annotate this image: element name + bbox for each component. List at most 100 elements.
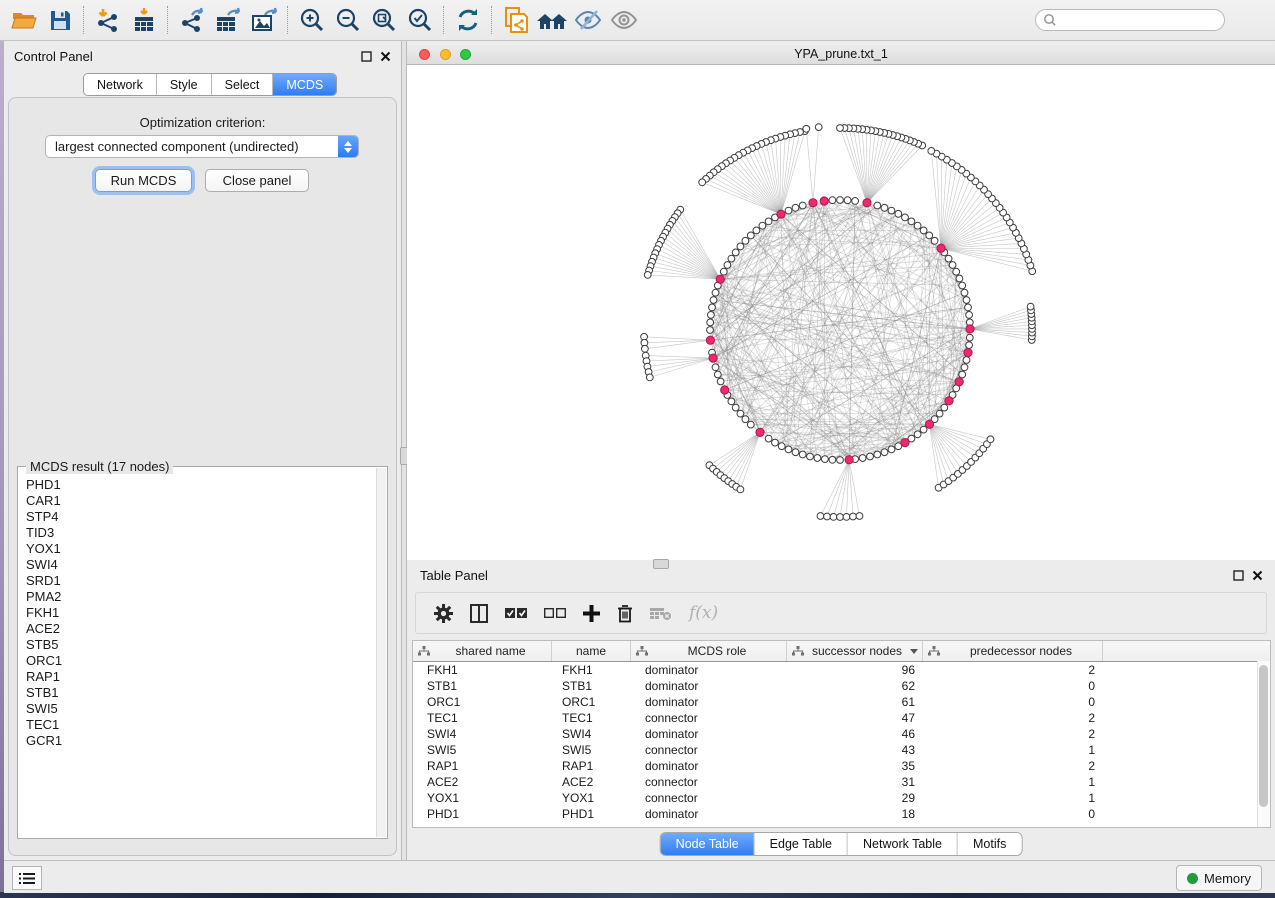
network-node[interactable] <box>765 218 772 225</box>
network-node[interactable] <box>949 262 956 269</box>
network-node[interactable] <box>829 456 836 463</box>
float-panel-icon[interactable] <box>1233 570 1244 581</box>
table-scrollbar[interactable] <box>1257 661 1270 827</box>
network-node[interactable] <box>856 513 863 520</box>
mcds-hub-node[interactable] <box>945 397 953 405</box>
network-node[interactable] <box>914 222 921 229</box>
tab-edge-table[interactable]: Edge Table <box>755 833 848 855</box>
network-node[interactable] <box>714 371 721 378</box>
list-item[interactable]: TEC1 <box>19 717 377 733</box>
table-row[interactable]: ORC1ORC1dominator610 <box>413 694 1270 710</box>
network-node[interactable] <box>717 378 724 385</box>
network-node[interactable] <box>965 304 972 311</box>
table-row[interactable]: PHD1PHD1dominator180 <box>413 806 1270 822</box>
export-network-button[interactable] <box>174 3 210 37</box>
network-node[interactable] <box>737 486 744 493</box>
network-node[interactable] <box>888 446 895 453</box>
table-row[interactable]: SWI5SWI5connector431 <box>413 742 1270 758</box>
tab-network[interactable]: Network <box>84 74 157 95</box>
network-node[interactable] <box>888 207 895 214</box>
network-node[interactable] <box>737 410 744 417</box>
refresh-button[interactable] <box>450 3 486 37</box>
network-node[interactable] <box>959 371 966 378</box>
network-node[interactable] <box>778 443 785 450</box>
mcds-hub-node[interactable] <box>901 439 909 447</box>
list-item[interactable]: RAP1 <box>19 669 377 685</box>
split-columns-icon[interactable] <box>470 604 488 623</box>
network-node[interactable] <box>837 125 844 132</box>
network-node[interactable] <box>724 262 731 269</box>
network-node[interactable] <box>881 449 888 456</box>
list-item[interactable]: ACE2 <box>19 621 377 637</box>
first-neighbors-button[interactable] <box>534 3 570 37</box>
tab-mcds[interactable]: MCDS <box>273 74 336 95</box>
network-node[interactable] <box>642 345 649 352</box>
network-node[interactable] <box>817 513 824 520</box>
network-node[interactable] <box>963 357 970 364</box>
network-node[interactable] <box>710 297 717 304</box>
network-node[interactable] <box>707 319 714 326</box>
mcds-hub-node[interactable] <box>863 199 871 207</box>
network-node[interactable] <box>920 227 927 234</box>
mcds-hub-node[interactable] <box>966 325 974 333</box>
import-table-button[interactable] <box>126 3 162 37</box>
network-node[interactable] <box>874 202 881 209</box>
network-node[interactable] <box>895 210 902 217</box>
list-item[interactable]: PMA2 <box>19 589 377 605</box>
mcds-hub-node[interactable] <box>955 378 963 386</box>
save-session-button[interactable] <box>42 3 78 37</box>
network-node[interactable] <box>785 207 792 214</box>
sort-indicator-icon[interactable] <box>910 649 918 654</box>
table-row[interactable]: ACE2ACE2connector311 <box>413 774 1270 790</box>
optimization-criterion-select[interactable]: largest connected component (undirected) <box>45 135 359 158</box>
network-node[interactable] <box>799 202 806 209</box>
network-node[interactable] <box>708 312 715 319</box>
list-item[interactable]: SWI5 <box>19 701 377 717</box>
network-node[interactable] <box>737 243 744 250</box>
network-node[interactable] <box>830 514 837 521</box>
table-row[interactable]: FKH1FKH1dominator962 <box>413 662 1270 678</box>
table-scrollbar-thumb[interactable] <box>1259 665 1268 807</box>
mcds-hub-node[interactable] <box>716 275 724 283</box>
zoom-in-button[interactable] <box>294 3 330 37</box>
mcds-hub-node[interactable] <box>964 349 972 357</box>
export-image-button[interactable] <box>246 3 282 37</box>
run-mcds-button[interactable]: Run MCDS <box>95 169 192 192</box>
add-column-icon[interactable] <box>583 605 600 622</box>
network-node[interactable] <box>852 198 859 205</box>
mcds-hub-node[interactable] <box>845 456 853 464</box>
network-node[interactable] <box>926 232 933 239</box>
tab-style[interactable]: Style <box>157 74 212 95</box>
network-node[interactable] <box>803 125 810 132</box>
network-node[interactable] <box>902 214 909 221</box>
network-node[interactable] <box>712 289 719 296</box>
list-item[interactable]: SWI4 <box>19 557 377 573</box>
zoom-fit-button[interactable] <box>366 3 402 37</box>
network-window-titlebar[interactable]: YPA_prune.txt_1 <box>407 44 1275 65</box>
list-item[interactable]: FKH1 <box>19 605 377 621</box>
table-row[interactable]: SWI4SWI4dominator462 <box>413 726 1270 742</box>
network-node[interactable] <box>824 513 831 520</box>
network-node[interactable] <box>707 327 714 334</box>
zoom-selected-button[interactable] <box>402 3 438 37</box>
network-node[interactable] <box>765 435 772 442</box>
network-node[interactable] <box>646 374 653 381</box>
network-node[interactable] <box>966 342 973 349</box>
import-network-button[interactable] <box>90 3 126 37</box>
mcds-hub-node[interactable] <box>721 386 729 394</box>
list-item[interactable]: SRD1 <box>19 573 377 589</box>
network-node[interactable] <box>961 364 968 371</box>
list-item[interactable]: TID3 <box>19 525 377 541</box>
network-node[interactable] <box>814 455 821 462</box>
network-view-canvas[interactable] <box>407 65 1275 560</box>
network-node[interactable] <box>945 255 952 262</box>
network-node[interactable] <box>785 446 792 453</box>
column-header-name[interactable]: name <box>552 641 631 661</box>
network-node[interactable] <box>699 179 706 186</box>
network-node[interactable] <box>966 334 973 341</box>
network-node[interactable] <box>959 282 966 289</box>
network-node[interactable] <box>881 204 888 211</box>
list-item[interactable]: STP4 <box>19 509 377 525</box>
network-node[interactable] <box>963 297 970 304</box>
select-all-rows-icon[interactable] <box>505 607 527 619</box>
